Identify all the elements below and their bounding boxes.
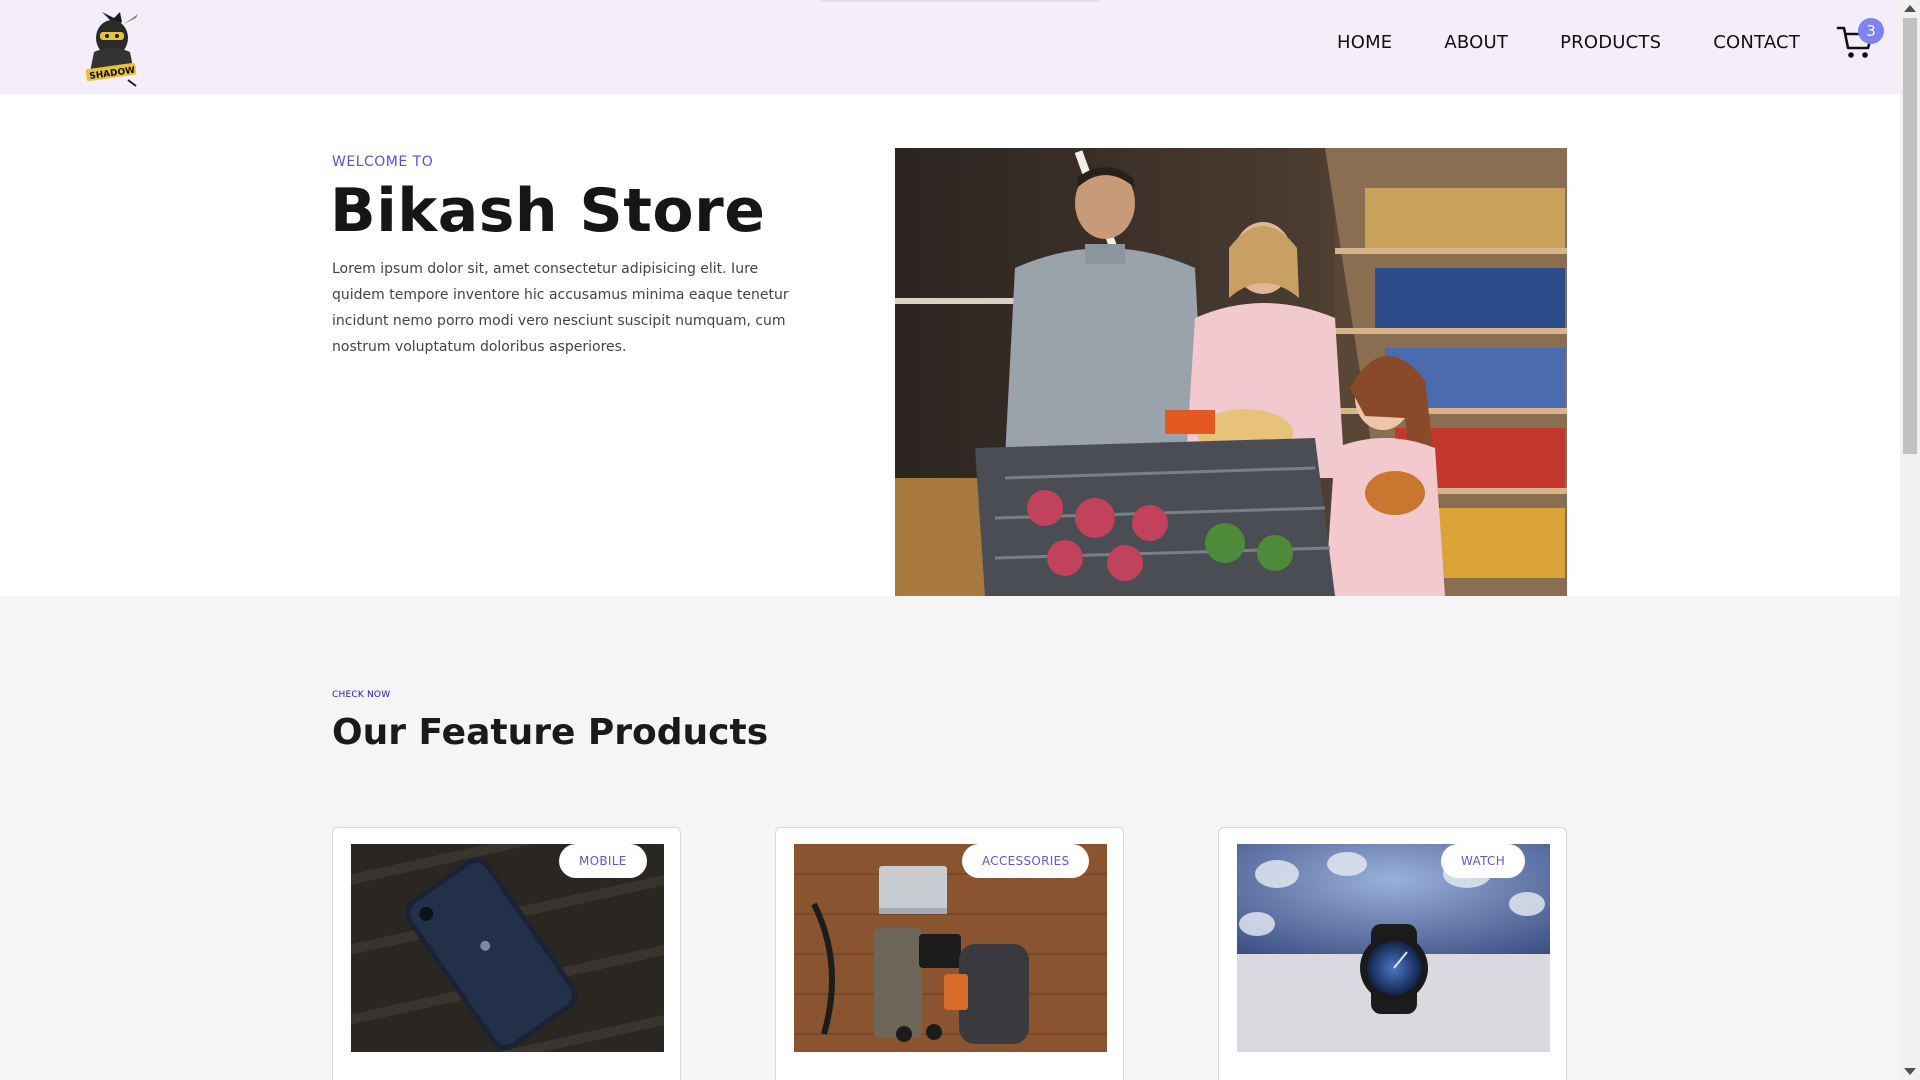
- ninja-logo-icon: SHADOW: [85, 12, 138, 87]
- nav-contact-link[interactable]: CONTACT: [1713, 32, 1800, 53]
- feature-title: Our Feature Products: [332, 712, 769, 753]
- nav-about-link[interactable]: ABOUT: [1444, 32, 1508, 53]
- category-badge: ACCESSORIES: [962, 844, 1090, 878]
- nav-products-link[interactable]: PRODUCTS: [1560, 32, 1661, 53]
- brand-logo[interactable]: SHADOW: [80, 8, 142, 88]
- scroll-down-arrow-icon[interactable]: [1904, 1068, 1916, 1075]
- header-shadow-strip: [820, 0, 1100, 2]
- hero-description: Lorem ipsum dolor sit, amet consectetur …: [332, 261, 789, 355]
- category-badge: WATCH: [1441, 844, 1526, 878]
- feature-eyebrow: CHECK NOW: [332, 690, 391, 700]
- hero-image: [895, 148, 1567, 596]
- nav-home-link[interactable]: HOME: [1337, 32, 1392, 53]
- scrollbar-thumb[interactable]: [1903, 18, 1917, 454]
- product-card[interactable]: ACCESSORIES: [775, 827, 1124, 1080]
- product-card[interactable]: MOBILE: [332, 827, 681, 1080]
- hero-title: Bikash Store: [330, 176, 766, 246]
- site-header: SHADOW HOME ABOUT PRODUCTS CONTACT 3: [0, 0, 1900, 94]
- category-badge: MOBILE: [559, 844, 647, 878]
- cart-count-badge: 3: [1858, 18, 1884, 44]
- hero-eyebrow: WELCOME TO: [332, 154, 434, 170]
- product-card[interactable]: WATCH: [1218, 827, 1567, 1080]
- supermarket-family-image: [895, 148, 1567, 596]
- main-nav: HOME ABOUT PRODUCTS CONTACT: [1337, 0, 1800, 84]
- scroll-up-arrow-icon[interactable]: [1904, 5, 1916, 12]
